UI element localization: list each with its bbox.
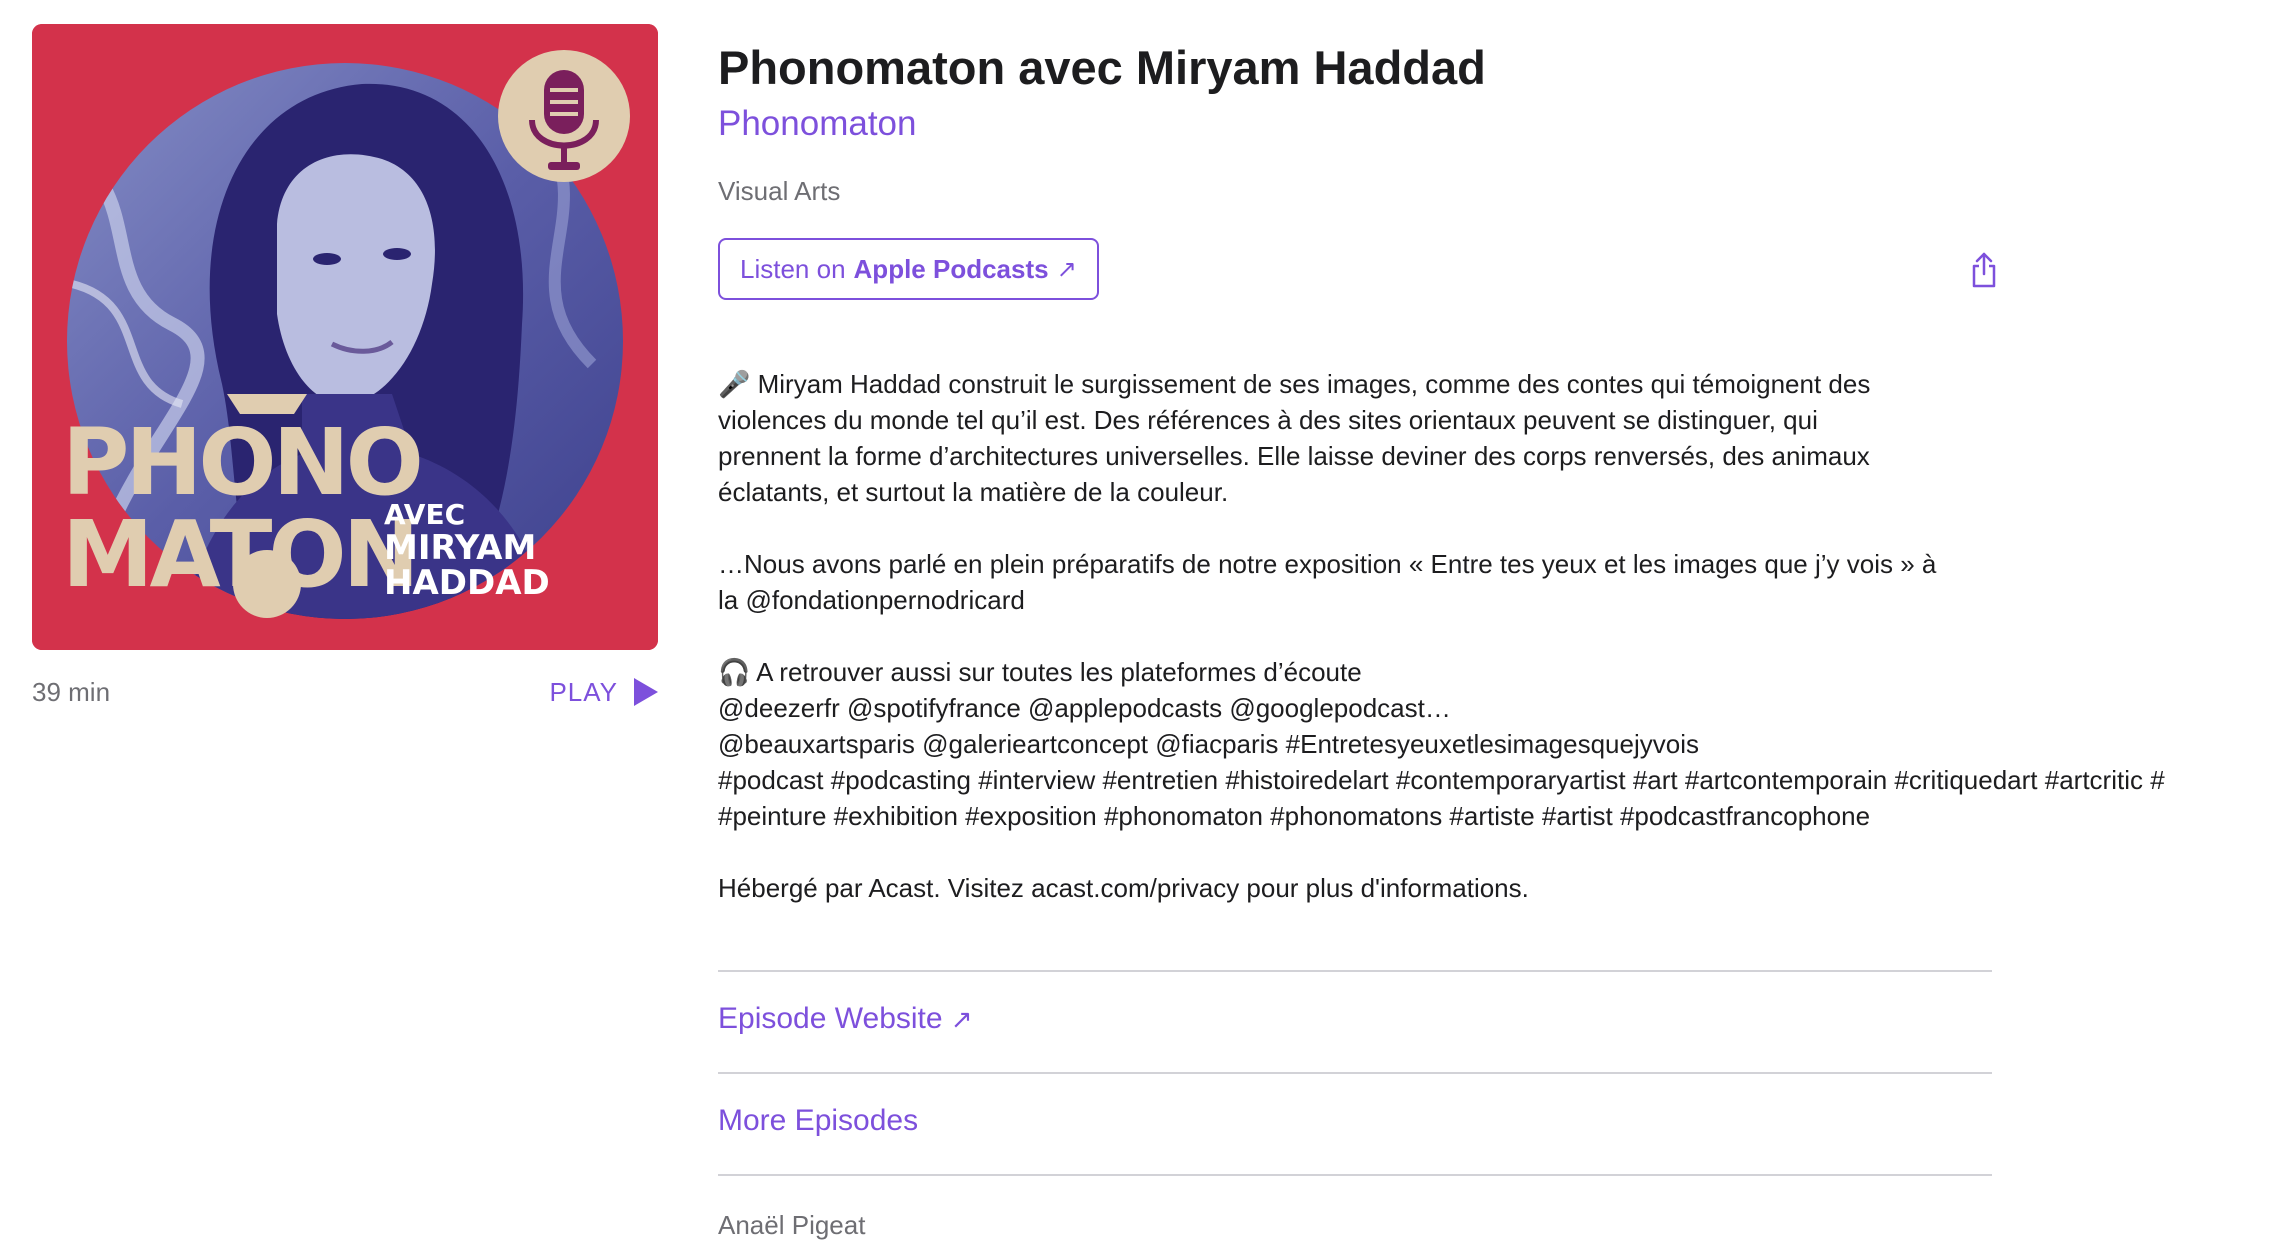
episode-category: Visual Arts — [718, 176, 841, 206]
description-line: @beauxartsparis @galerieartconcept @fiac… — [718, 729, 1699, 759]
description-line: 🎧 A retrouver aussi sur toutes les plate… — [718, 657, 1362, 687]
description-line: @deezerfr @spotifyfrance @applepodcasts … — [718, 693, 1451, 723]
listen-on-apple-podcasts-button[interactable]: Listen on Apple Podcasts ↗ — [718, 238, 1099, 300]
episode-website-label: Episode Website — [718, 1002, 943, 1035]
artwork-meta: 39 min PLAY — [32, 672, 658, 712]
episode-title: Phonomaton avec Miryam Haddad — [718, 41, 1486, 94]
play-button[interactable]: PLAY — [549, 677, 658, 708]
play-icon — [634, 678, 658, 706]
episode-artwork[interactable]: PHONO MATON AVEC MIRYAM HADDAD — [32, 24, 658, 650]
description-line: #podcast #podcasting #interview #entreti… — [718, 765, 2165, 795]
microphone-icon — [498, 50, 630, 182]
artwork-caption-line1: AVEC — [384, 498, 465, 531]
episode-page: PHONO MATON AVEC MIRYAM HADDAD 39 min PL… — [0, 0, 2272, 1256]
description-paragraph: …Nous avons parlé en plein préparatifs d… — [718, 546, 2272, 618]
share-button[interactable] — [1968, 250, 2000, 290]
description-line: 🎤 Miryam Haddad construit le surgissemen… — [718, 369, 1871, 399]
listen-brand: Apple Podcasts — [853, 253, 1049, 284]
description-paragraph: 🎧 A retrouver aussi sur toutes les plate… — [718, 654, 2272, 834]
description-line: Hébergé par Acast. Visitez acast.com/pri… — [718, 873, 1529, 903]
description-line: #peinture #exhibition #exposition #phono… — [718, 801, 1871, 831]
artwork-wordmark: PHONO MATON — [62, 394, 424, 618]
play-label: PLAY — [549, 676, 618, 707]
description-paragraph: Hébergé par Acast. Visitez acast.com/pri… — [718, 870, 2272, 906]
external-link-icon: ↗ — [950, 1004, 973, 1034]
show-name-link[interactable]: Phonomaton — [718, 104, 916, 144]
description-line: violences du monde tel qu’il est. Des ré… — [718, 405, 1818, 435]
description-line: éclatants, et surtout la matière de la c… — [718, 477, 1229, 507]
more-episodes-link[interactable]: More Episodes — [718, 1104, 918, 1138]
description-line: …Nous avons parlé en plein préparatifs d… — [718, 549, 1937, 579]
description-paragraph: 🎤 Miryam Haddad construit le surgissemen… — [718, 366, 2272, 510]
episode-website-link[interactable]: Episode Website ↗ — [718, 1002, 973, 1036]
share-icon — [1972, 252, 1996, 288]
divider — [718, 1072, 1992, 1074]
description-line: la @fondationpernodricard — [718, 585, 1025, 615]
episode-description: 🎤 Miryam Haddad construit le surgissemen… — [718, 366, 2272, 942]
artwork-caption-line3: HADDAD — [384, 563, 550, 603]
episode-host: Anaël Pigeat — [718, 1210, 866, 1240]
episode-duration: 39 min — [32, 676, 111, 707]
artwork-illustration: PHONO MATON AVEC MIRYAM HADDAD — [32, 24, 658, 650]
divider — [718, 1174, 1992, 1176]
artwork-caption-line2: MIRYAM — [384, 528, 536, 568]
description-line: prennent la forme d’architectures univer… — [718, 441, 1870, 471]
artwork-word-line1: PHONO — [62, 409, 420, 516]
divider — [718, 970, 1992, 972]
external-link-icon: ↗ — [1056, 255, 1077, 283]
listen-prefix: Listen on — [740, 253, 846, 284]
